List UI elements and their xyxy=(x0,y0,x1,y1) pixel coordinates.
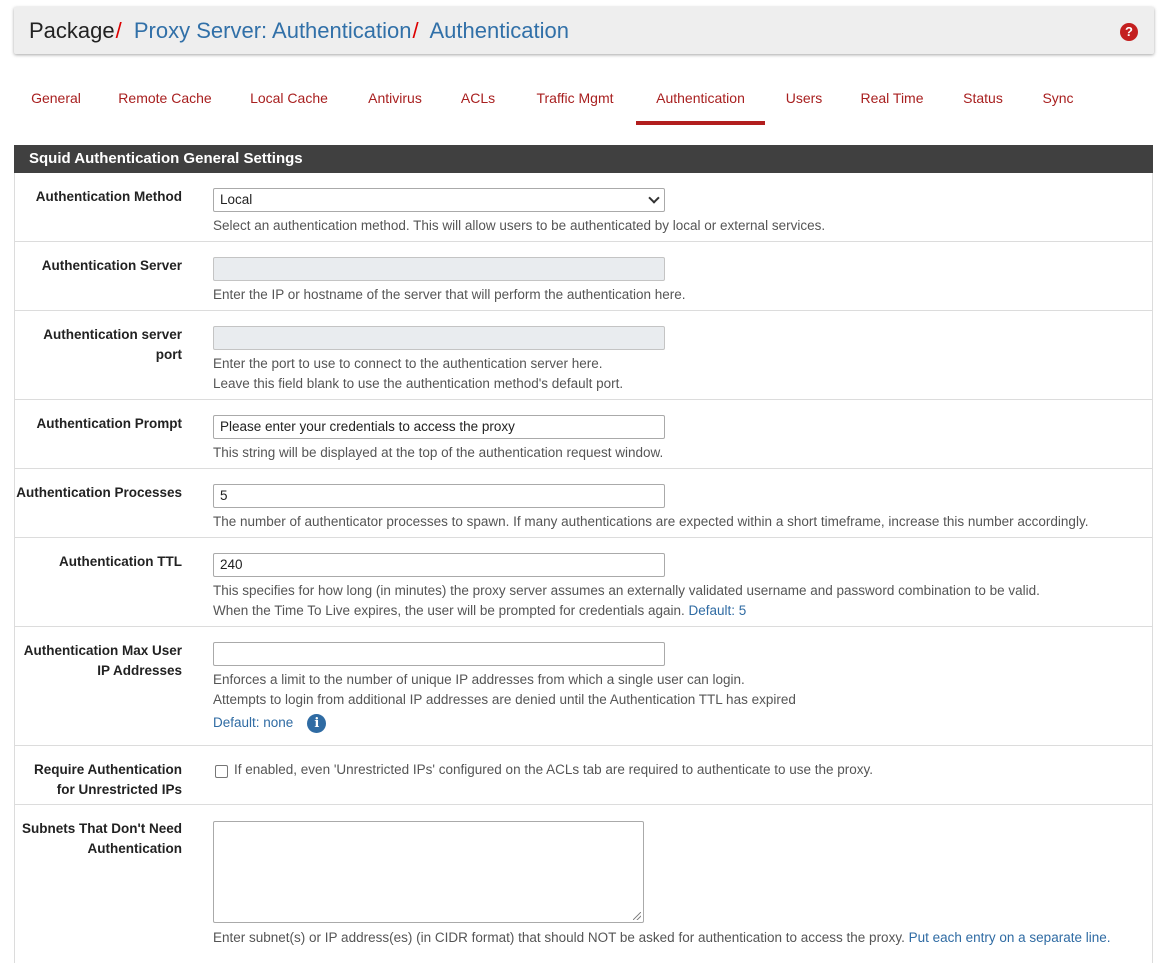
row-authentication-prompt: Authentication Prompt Please enter your … xyxy=(15,400,1152,469)
tab-antivirus[interactable]: Antivirus xyxy=(354,72,436,121)
authentication-method-value: Local xyxy=(220,192,253,207)
authentication-server-port-help: Enter the port to use to connect to the … xyxy=(213,354,623,394)
require-authentication-label-line1: Require Authentication xyxy=(33,762,182,777)
info-circle-icon[interactable]: i xyxy=(307,713,327,733)
row-require-authentication: Require Authentication for Unrestricted … xyxy=(15,746,1152,805)
row-authentication-server: Authentication Server Enter the IP or ho… xyxy=(15,242,1152,311)
breadcrumb: Package/ Proxy Server: Authentication/ A… xyxy=(29,17,569,45)
tab-acls[interactable]: ACLs xyxy=(446,72,510,121)
authentication-ttl-label: Authentication TTL xyxy=(59,554,182,569)
breadcrumb-proxy-server-authentication[interactable]: Proxy Server: Authentication xyxy=(134,18,412,43)
breadcrumb-authentication[interactable]: Authentication xyxy=(430,18,569,43)
subnets-no-auth-help-text: Enter subnet(s) or IP address(es) (in CI… xyxy=(213,930,905,945)
tab-remote-cache[interactable]: Remote Cache xyxy=(106,72,224,121)
authentication-prompt-help: This string will be displayed at the top… xyxy=(213,445,664,460)
authentication-ttl-help-text: When the Time To Live expires, the user … xyxy=(213,603,685,618)
authentication-prompt-input[interactable]: Please enter your credentials to access … xyxy=(213,415,665,439)
authentication-server-port-help-line1: Enter the port to use to connect to the … xyxy=(213,356,603,371)
authentication-max-user-ips-label: Authentication Max User IP Addresses xyxy=(24,641,182,681)
row-authentication-method: Authentication Method Local Select an au… xyxy=(15,173,1152,242)
tab-general[interactable]: General xyxy=(14,72,98,121)
authentication-ttl-input[interactable]: 240 xyxy=(213,553,665,577)
require-authentication-checkbox[interactable] xyxy=(215,765,228,778)
authentication-server-port-help-line2: Leave this field blank to use the authen… xyxy=(213,376,624,391)
row-subnets-no-auth: Subnets That Don't Need Authentication E… xyxy=(15,805,1152,965)
row-authentication-server-port: Authentication server port Enter the por… xyxy=(15,311,1152,400)
tab-sync[interactable]: Sync xyxy=(1026,72,1090,121)
page-header: Package/ Proxy Server: Authentication/ A… xyxy=(14,7,1154,54)
question-circle-icon[interactable]: ? xyxy=(1120,23,1138,41)
authentication-max-user-ips-input[interactable] xyxy=(213,642,665,666)
tab-users[interactable]: Users xyxy=(774,72,834,121)
authentication-processes-label: Authentication Processes xyxy=(16,485,182,500)
authentication-max-user-ips-default: Default: none xyxy=(213,715,294,730)
authentication-max-user-ips-label-line2: IP Addresses xyxy=(97,663,182,678)
authentication-server-port-input[interactable] xyxy=(213,326,665,350)
resize-handle-icon[interactable] xyxy=(633,912,641,920)
authentication-processes-input[interactable]: 5 xyxy=(213,484,665,508)
authentication-server-label: Authentication Server xyxy=(41,258,182,273)
authentication-prompt-label: Authentication Prompt xyxy=(36,416,183,431)
panel-title: Squid Authentication General Settings xyxy=(14,145,1153,173)
authentication-ttl-help-line1: This specifies for how long (in minutes)… xyxy=(213,583,1040,598)
authentication-server-input[interactable] xyxy=(213,257,665,281)
authentication-server-port-label-line2: port xyxy=(155,347,182,362)
authentication-max-user-ips-help-line1: Enforces a limit to the number of unique… xyxy=(213,672,745,687)
subnets-no-auth-label-line2: Authentication xyxy=(87,841,183,856)
authentication-max-user-ips-label-line1: Authentication Max User xyxy=(23,643,182,658)
authentication-max-user-ips-help-line2: Attempts to login from additional IP add… xyxy=(213,692,796,707)
subnets-no-auth-label: Subnets That Don't Need Authentication xyxy=(22,819,182,859)
authentication-max-user-ips-default-line: Default: none i xyxy=(213,713,796,733)
chevron-down-icon xyxy=(648,192,660,204)
breadcrumb-package: Package xyxy=(29,18,115,43)
row-authentication-max-user-ips: Authentication Max User IP Addresses Enf… xyxy=(15,627,1152,746)
tab-real-time[interactable]: Real Time xyxy=(844,72,940,121)
subnets-no-auth-help: Enter subnet(s) or IP address(es) (in CI… xyxy=(213,928,1110,948)
authentication-server-port-label: Authentication server port xyxy=(43,325,182,365)
authentication-method-label: Authentication Method xyxy=(35,189,182,204)
row-authentication-processes: Authentication Processes 5 The number of… xyxy=(15,469,1152,538)
tab-status[interactable]: Status xyxy=(950,72,1016,121)
authentication-method-help: Select an authentication method. This wi… xyxy=(213,218,826,233)
tab-bar: General Remote Cache Local Cache Antivir… xyxy=(14,72,1154,125)
row-authentication-ttl: Authentication TTL 240 This specifies fo… xyxy=(15,538,1152,627)
require-authentication-label: Require Authentication for Unrestricted … xyxy=(34,760,182,800)
subnets-no-auth-help-link: Put each entry on a separate line. xyxy=(908,930,1111,945)
tab-local-cache[interactable]: Local Cache xyxy=(234,72,344,121)
tab-authentication[interactable]: Authentication xyxy=(636,72,765,125)
require-authentication-label-line2: for Unrestricted IPs xyxy=(56,782,182,797)
subnets-no-auth-label-line1: Subnets That Don't Need xyxy=(22,821,182,836)
subnets-no-auth-textarea[interactable] xyxy=(213,821,644,923)
authentication-max-user-ips-help: Enforces a limit to the number of unique… xyxy=(213,670,796,733)
authentication-processes-help: The number of authenticator processes to… xyxy=(213,514,1089,529)
authentication-method-select[interactable]: Local xyxy=(213,188,665,212)
require-authentication-help: If enabled, even 'Unrestricted IPs' conf… xyxy=(234,762,874,777)
authentication-server-port-label-line1: Authentication server xyxy=(43,327,182,342)
breadcrumb-separator: / xyxy=(412,18,419,43)
authentication-ttl-default: Default: 5 xyxy=(688,603,747,618)
breadcrumb-separator: / xyxy=(115,18,122,43)
authentication-server-help: Enter the IP or hostname of the server t… xyxy=(213,287,686,302)
settings-panel: Authentication Method Local Select an au… xyxy=(14,173,1153,963)
tab-traffic-mgmt[interactable]: Traffic Mgmt xyxy=(520,72,630,121)
authentication-ttl-help-line2: When the Time To Live expires, the user … xyxy=(213,601,1040,621)
authentication-ttl-help: This specifies for how long (in minutes)… xyxy=(213,581,1040,621)
